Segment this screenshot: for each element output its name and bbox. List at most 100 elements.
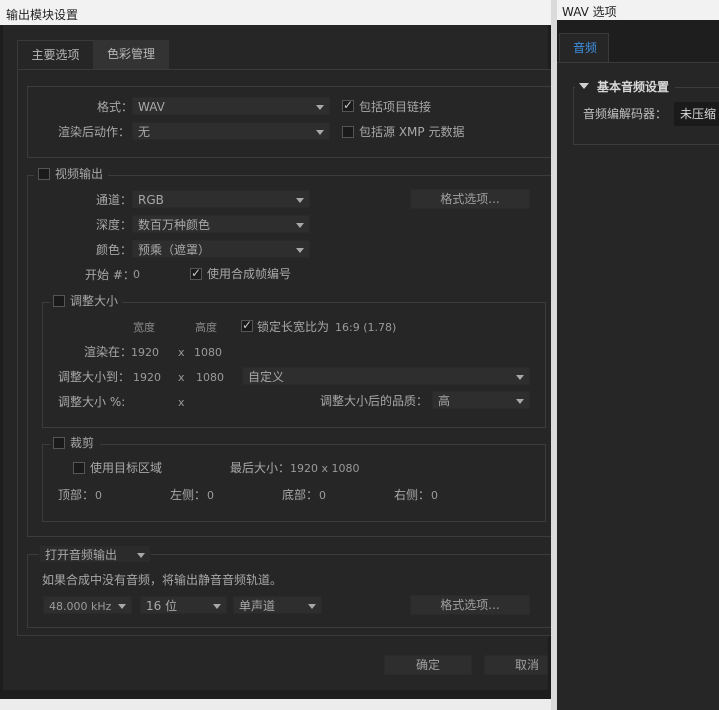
ok-button[interactable]: 确定 — [384, 655, 472, 675]
chevron-down-icon — [296, 248, 304, 253]
channel-dropdown[interactable]: RGB — [132, 190, 310, 208]
audio-format-options-button[interactable]: 格式选项... — [410, 595, 530, 615]
resize-height-value[interactable]: 1080 — [196, 371, 224, 385]
bottom-border — [0, 699, 551, 710]
resize-preset-value: 自定义 — [248, 370, 285, 384]
aspect-ratio-value: 16:9 (1.78) — [335, 321, 397, 334]
depth-dropdown[interactable]: 数百万种颜色 — [132, 215, 310, 233]
button-label: 格式选项... — [440, 192, 500, 206]
button-label: 格式选项... — [440, 598, 500, 612]
chevron-down-icon — [516, 399, 524, 404]
use-comp-frame-checkbox[interactable] — [190, 266, 202, 280]
lock-aspect-checkbox[interactable] — [241, 318, 253, 332]
crop-label: 裁剪 — [70, 436, 95, 450]
resize-preset-dropdown[interactable]: 自定义 — [242, 367, 530, 385]
crop-checkbox[interactable] — [53, 437, 65, 449]
tab-label: 主要选项 — [31, 48, 80, 62]
channels-value: 单声道 — [239, 599, 276, 613]
include-xmp-checkbox[interactable] — [342, 126, 354, 138]
resize-to-label: 调整大小到： — [58, 370, 131, 384]
bit-depth-dropdown[interactable]: 16 位 — [140, 596, 227, 614]
chevron-down-icon — [316, 105, 324, 110]
wav-titlebar: WAV 选项 — [557, 0, 719, 20]
audio-mode-value: 打开音频输出 — [45, 548, 118, 562]
start-frame-value[interactable]: 0 — [133, 268, 140, 282]
collapse-triangle-icon[interactable] — [579, 83, 589, 89]
resize-percent-label: 调整大小 %: — [58, 395, 126, 409]
resize-percent-x: x — [178, 396, 185, 409]
basic-audio-section-title: 基本音频设置 — [597, 80, 670, 94]
button-label: 取消 — [514, 658, 539, 672]
final-size-label: 最后大小： — [230, 461, 291, 475]
crop-bottom-value[interactable]: 0 — [319, 489, 326, 503]
tab-main-options[interactable]: 主要选项 — [17, 40, 94, 71]
include-project-link-label: 包括项目链接 — [359, 100, 432, 114]
chevron-down-icon — [213, 604, 221, 609]
start-frame-label: 开始 #： — [85, 268, 135, 282]
bit-depth-value: 16 位 — [146, 599, 178, 613]
resize-checkbox[interactable] — [53, 295, 65, 307]
cancel-button[interactable]: 取消 — [484, 655, 548, 675]
channel-label: 通道： — [96, 193, 133, 207]
post-render-label: 渲染后动作： — [58, 125, 131, 139]
use-roi-label: 使用目标区域 — [90, 461, 163, 475]
format-dropdown[interactable]: WAV — [132, 97, 330, 115]
height-header: 高度 — [195, 321, 217, 334]
video-format-options-button[interactable]: 格式选项... — [410, 189, 530, 209]
crop-top-value[interactable]: 0 — [95, 489, 102, 503]
crop-group — [42, 444, 546, 522]
crop-left-label: 左侧： — [170, 488, 207, 502]
render-width-value: 1920 — [131, 346, 159, 359]
depth-value: 数百万种颜色 — [138, 218, 211, 232]
channels-dropdown[interactable]: 单声道 — [233, 596, 322, 614]
codec-dropdown[interactable]: 未压缩 — [674, 102, 719, 126]
use-roi-checkbox[interactable] — [73, 462, 85, 474]
chevron-down-icon — [137, 553, 145, 558]
post-render-dropdown[interactable]: 无 — [132, 122, 330, 140]
audio-output-group — [27, 554, 551, 628]
resize-label: 调整大小 — [70, 294, 119, 308]
use-comp-frame-label: 使用合成帧编号 — [207, 267, 292, 281]
wav-title: WAV 选项 — [562, 5, 617, 19]
crop-top-label: 顶部： — [58, 488, 95, 502]
resize-quality-dropdown[interactable]: 高 — [432, 391, 530, 409]
color-dropdown[interactable]: 预乘（遮罩） — [132, 240, 310, 258]
video-output-checkbox[interactable] — [38, 168, 50, 180]
render-height-value: 1080 — [194, 346, 222, 359]
format-label: 格式： — [97, 100, 134, 114]
color-value: 预乘（遮罩） — [138, 243, 211, 257]
depth-label: 深度： — [96, 218, 133, 232]
render-at-label: 渲染在： — [84, 345, 133, 359]
audio-note: 如果合成中没有音频，将输出静音音频轨道。 — [42, 573, 283, 587]
tab-audio-label: 音频 — [573, 41, 598, 55]
chevron-down-icon — [308, 604, 316, 609]
crop-right-label: 右侧： — [394, 488, 431, 502]
button-label: 确定 — [415, 658, 440, 672]
crop-bottom-label: 底部： — [282, 488, 319, 502]
include-xmp-label: 包括源 XMP 元数据 — [359, 125, 465, 139]
tab-color-management[interactable]: 色彩管理 — [93, 40, 169, 70]
audio-output-mode-dropdown[interactable]: 打开音频输出 — [39, 545, 151, 563]
final-size-value: 1920 x 1080 — [290, 462, 360, 475]
tab-audio[interactable]: 音频 — [559, 33, 609, 62]
chevron-down-icon — [296, 223, 304, 228]
sample-rate-dropdown[interactable]: 48.000 kHz — [43, 596, 132, 614]
lock-aspect-label: 锁定长宽比为 — [257, 320, 330, 334]
chevron-down-icon — [118, 604, 126, 609]
wav-options-dialog: WAV 选项 音频 基本音频设置 音频编解码器： 未压缩 — [557, 0, 719, 710]
include-project-link-checkbox[interactable] — [342, 98, 354, 112]
chevron-down-icon — [296, 198, 304, 203]
dialog-title: 输出模块设置 — [6, 8, 79, 22]
post-render-value: 无 — [138, 125, 151, 139]
crop-left-value[interactable]: 0 — [207, 489, 214, 503]
width-header: 宽度 — [133, 321, 155, 334]
resize-x: x — [178, 371, 185, 384]
crop-right-value[interactable]: 0 — [431, 489, 438, 503]
dialog-titlebar: 输出模块设置 — [0, 0, 551, 25]
video-output-label: 视频输出 — [55, 167, 104, 181]
sample-rate-value: 48.000 kHz — [49, 600, 112, 613]
channel-value: RGB — [138, 193, 164, 207]
resize-width-value[interactable]: 1920 — [133, 371, 161, 385]
render-x: x — [178, 346, 185, 359]
codec-label: 音频编解码器： — [583, 107, 668, 121]
